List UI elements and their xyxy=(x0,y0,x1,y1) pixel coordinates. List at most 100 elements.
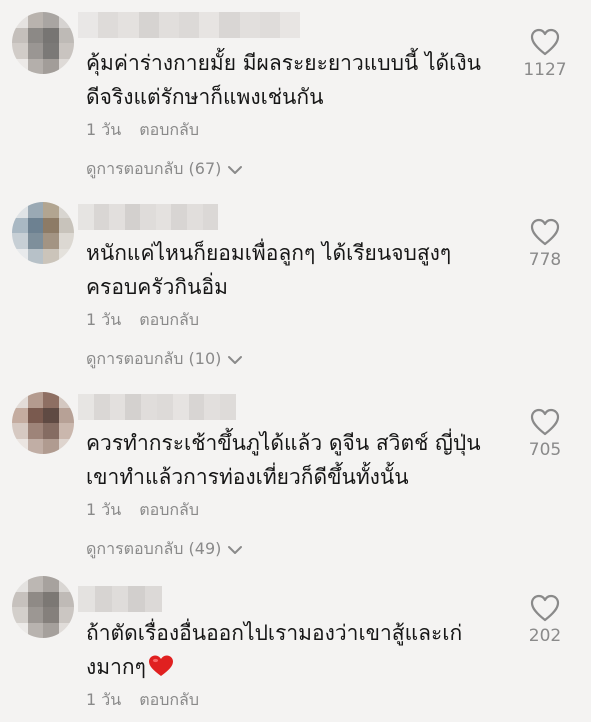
avatar-pixel xyxy=(27,576,43,592)
username-pixel xyxy=(259,12,280,38)
heart-outline-icon[interactable] xyxy=(530,28,560,56)
comment-time: 1 วัน xyxy=(86,120,122,139)
avatar-pixel xyxy=(12,233,28,249)
avatar[interactable] xyxy=(12,576,74,638)
view-replies-label: ดูการตอบกลับ (49) xyxy=(86,539,222,558)
avatar-pixel xyxy=(43,43,59,59)
username-pixel xyxy=(78,204,94,230)
comment-meta: 1 วัน ตอบกลับ xyxy=(86,688,199,713)
avatar-pixel xyxy=(43,423,59,439)
avatar-pixel xyxy=(12,423,28,439)
username-pixel xyxy=(219,12,240,38)
avatar-pixel xyxy=(43,217,59,233)
avatar-pixel xyxy=(58,622,74,638)
avatar-pixel xyxy=(12,438,28,454)
username-pixel xyxy=(178,12,200,38)
username-pixel xyxy=(124,204,141,230)
avatar-pixel xyxy=(58,43,74,59)
username-blurred[interactable] xyxy=(78,394,236,420)
username-pixel xyxy=(172,394,189,420)
avatar-pixel xyxy=(58,392,74,408)
avatar-pixel xyxy=(58,438,74,454)
username-pixel xyxy=(279,12,301,38)
avatar-pixel xyxy=(12,58,28,74)
avatar-pixel xyxy=(58,202,74,218)
username-pixel xyxy=(93,204,110,230)
comment-text: ควรทำกระเช้าขึ้นภูได้แล้ว ดูจีน สวิตช์ ญ… xyxy=(86,431,481,489)
avatar-pixel xyxy=(58,407,74,423)
avatar-pixel xyxy=(58,58,74,74)
comment-meta: 1 วัน ตอบกลับ xyxy=(86,498,199,523)
reply-button[interactable]: ตอบกลับ xyxy=(139,688,199,713)
username-pixel xyxy=(158,12,179,38)
avatar-pixel xyxy=(27,438,43,454)
avatar[interactable] xyxy=(12,12,74,74)
avatar-pixel xyxy=(27,43,43,59)
avatar-pixel xyxy=(43,202,59,218)
avatar-pixel xyxy=(12,607,28,623)
username-blurred[interactable] xyxy=(78,204,219,230)
reply-button[interactable]: ตอบกลับ xyxy=(139,308,199,333)
username-pixel xyxy=(109,204,125,230)
like-area: 1127 xyxy=(515,28,575,80)
view-replies-button[interactable]: ดูการตอบกลับ (10) xyxy=(86,347,243,372)
like-area: 202 xyxy=(515,594,575,646)
avatar-pixel xyxy=(43,248,59,264)
avatar-pixel xyxy=(43,622,59,638)
avatar[interactable] xyxy=(12,202,74,264)
username-pixel xyxy=(140,204,156,230)
avatar-pixel xyxy=(27,622,43,638)
avatar-pixel xyxy=(27,591,43,607)
comment-time: 1 วัน xyxy=(86,310,122,329)
avatar-pixel xyxy=(58,27,74,43)
avatar-pixel xyxy=(43,27,59,43)
username-pixel xyxy=(239,12,260,38)
username-blurred[interactable] xyxy=(78,12,301,38)
reply-button[interactable]: ตอบกลับ xyxy=(139,118,199,143)
comment-meta: 1 วัน ตอบกลับ xyxy=(86,308,199,333)
username-pixel xyxy=(188,394,205,420)
red-heart-emoji-icon xyxy=(148,655,173,676)
avatar-pixel xyxy=(27,233,43,249)
avatar-pixel xyxy=(43,58,59,74)
view-replies-label: ดูการตอบกลับ (10) xyxy=(86,349,222,368)
username-pixel xyxy=(145,586,162,612)
like-count: 705 xyxy=(528,440,562,460)
view-replies-button[interactable]: ดูการตอบกลับ (49) xyxy=(86,537,243,562)
comment-time: 1 วัน xyxy=(86,690,122,709)
comment-text: คุ้มค่าร่างกายมั้ย มีผลระยะยาวแบบนี้ ได้… xyxy=(86,51,481,109)
avatar-pixel xyxy=(12,27,28,43)
avatar-pixel xyxy=(27,607,43,623)
heart-outline-icon[interactable] xyxy=(530,408,560,436)
username-pixel xyxy=(186,204,203,230)
heart-outline-icon[interactable] xyxy=(530,594,560,622)
avatar-pixel xyxy=(58,248,74,264)
avatar-pixel xyxy=(58,591,74,607)
avatar-pixel xyxy=(12,202,28,218)
username-blurred[interactable] xyxy=(78,586,162,612)
heart-outline-icon[interactable] xyxy=(530,218,560,246)
avatar-pixel xyxy=(58,607,74,623)
like-count: 202 xyxy=(528,626,562,646)
username-pixel xyxy=(171,204,187,230)
avatar-pixel xyxy=(12,248,28,264)
avatar-pixel xyxy=(58,217,74,233)
avatar-pixel xyxy=(43,392,59,408)
username-pixel xyxy=(155,204,172,230)
like-area: 705 xyxy=(515,408,575,460)
avatar-pixel xyxy=(27,12,43,28)
avatar-pixel xyxy=(58,12,74,28)
comment-text: ถ้าตัดเรื่องอื่นออกไปเรามองว่าเขาสู้และเ… xyxy=(86,616,516,684)
avatar-pixel xyxy=(43,576,59,592)
avatar-pixel xyxy=(27,392,43,408)
username-pixel xyxy=(111,586,129,612)
reply-button[interactable]: ตอบกลับ xyxy=(139,498,199,523)
avatar-pixel xyxy=(27,202,43,218)
avatar-pixel xyxy=(58,233,74,249)
avatar[interactable] xyxy=(12,392,74,454)
comment-meta: 1 วัน ตอบกลับ xyxy=(86,118,199,143)
username-pixel xyxy=(204,394,221,420)
like-area: 778 xyxy=(515,218,575,270)
username-pixel xyxy=(156,394,173,420)
view-replies-button[interactable]: ดูการตอบกลับ (67) xyxy=(86,157,243,182)
